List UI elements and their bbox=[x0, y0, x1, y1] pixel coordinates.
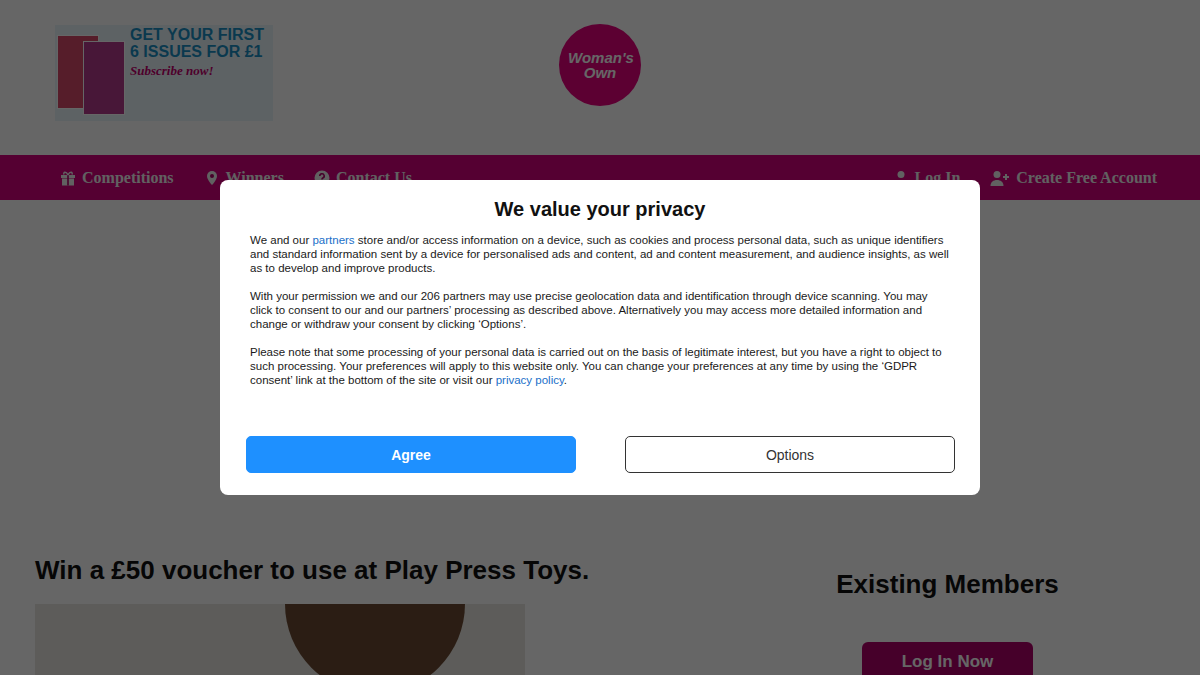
privacy-dialog: We value your privacy We and our partners… bbox=[220, 180, 980, 495]
agree-button[interactable]: Agree bbox=[246, 436, 576, 473]
dialog-buttons: AgreeOptions bbox=[250, 410, 950, 473]
dialog-paragraph: Please note that some processing of your… bbox=[250, 345, 950, 387]
dialog-link[interactable]: privacy policy bbox=[496, 374, 564, 386]
dialog-link[interactable]: partners bbox=[312, 234, 354, 246]
page: GET YOUR FIRST 6 ISSUES FOR £1Subscribe … bbox=[0, 0, 1200, 675]
dialog-paragraph: We and our partners store and/or access … bbox=[250, 233, 950, 275]
options-button[interactable]: Options bbox=[625, 436, 955, 473]
dialog-paragraph: With your permission we and our 206 part… bbox=[250, 289, 950, 331]
dialog-title: We value your privacy bbox=[250, 198, 950, 221]
